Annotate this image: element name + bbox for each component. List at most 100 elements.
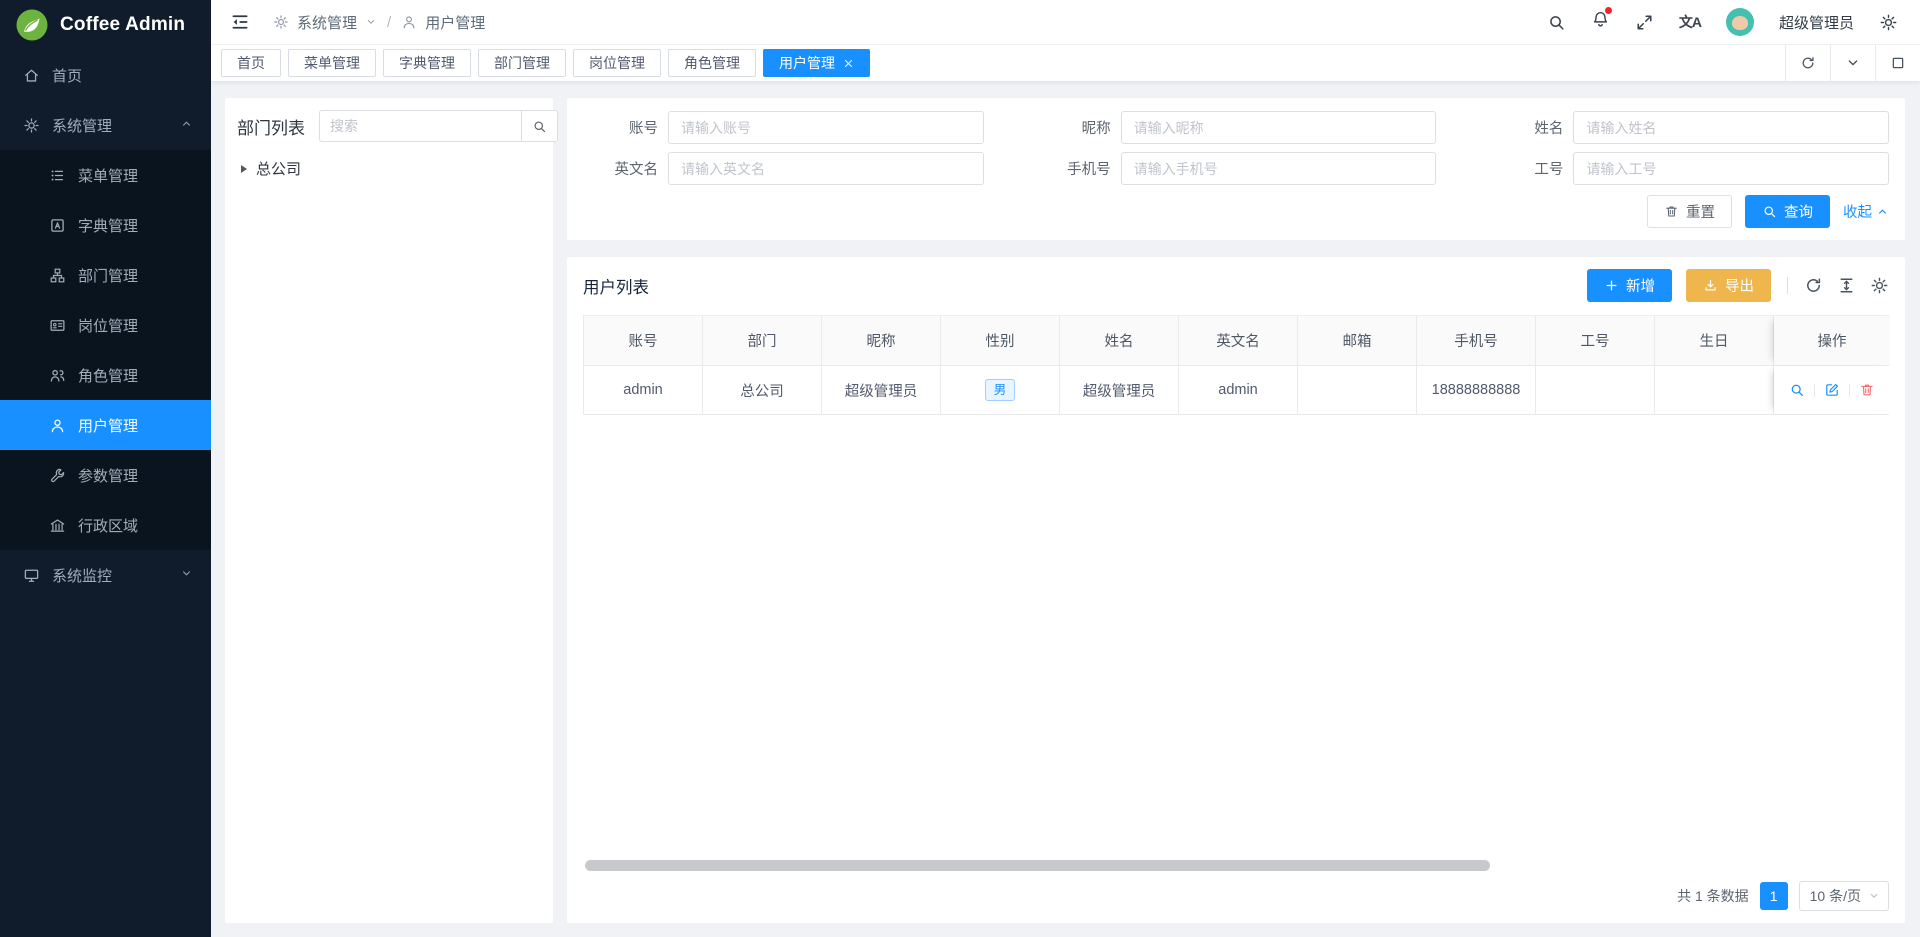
leaf-logo-icon: [15, 8, 49, 42]
phone-input[interactable]: [1121, 152, 1437, 185]
tab-menu-mgmt[interactable]: 菜单管理: [288, 49, 376, 77]
table-toolbar: 用户列表 新增 导出: [583, 269, 1889, 302]
current-user-name[interactable]: 超级管理员: [1779, 12, 1854, 33]
search-icon: [532, 119, 547, 134]
top-bar: 系统管理 / 用户管理 文A 超级管理员: [211, 0, 1920, 45]
column-settings-gear-icon[interactable]: [1870, 276, 1889, 295]
sidebar-item-user-mgmt[interactable]: 用户管理: [0, 400, 211, 450]
reset-button[interactable]: 重置: [1647, 195, 1732, 228]
content-maximize-button[interactable]: [1875, 45, 1920, 81]
fullscreen-icon[interactable]: [1635, 13, 1654, 32]
tab-home[interactable]: 首页: [221, 49, 281, 77]
settings-gear-icon[interactable]: [1879, 13, 1898, 32]
horizontal-scrollbar: [583, 860, 1889, 871]
refresh-icon: [1800, 55, 1816, 71]
export-button[interactable]: 导出: [1686, 269, 1771, 302]
trash-icon: [1664, 204, 1679, 219]
sidebar-item-home[interactable]: 首页: [0, 50, 211, 100]
app-logo[interactable]: Coffee Admin: [0, 0, 211, 50]
chevron-down-icon: [1845, 55, 1861, 71]
department-search-input[interactable]: [319, 110, 521, 142]
chevron-down-icon[interactable]: [365, 16, 377, 28]
page-size-select[interactable]: 10 条/页: [1799, 881, 1889, 911]
row-height-icon[interactable]: [1837, 276, 1856, 295]
tab-post-mgmt[interactable]: 岗位管理: [573, 49, 661, 77]
sidebar-item-dept-mgmt[interactable]: 部门管理: [0, 250, 211, 300]
action-divider: [1849, 384, 1850, 397]
avatar[interactable]: [1726, 8, 1754, 36]
horizontal-scrollbar-thumb[interactable]: [585, 860, 1490, 871]
refresh-icon[interactable]: [1804, 276, 1823, 295]
plus-icon: [1604, 278, 1619, 293]
sidebar-group-system-management[interactable]: 系统管理: [0, 100, 211, 150]
department-tree-node-label: 总公司: [256, 158, 301, 179]
column-header-gender: 性别: [941, 316, 1060, 365]
sidebar-group-system-monitor[interactable]: 系统监控: [0, 550, 211, 600]
account-input[interactable]: [668, 111, 984, 144]
collapse-filters-link[interactable]: 收起: [1843, 201, 1889, 222]
tabs-refresh-button[interactable]: [1785, 45, 1830, 81]
sidebar-item-dict-mgmt[interactable]: 字典管理: [0, 200, 211, 250]
tab-dict-mgmt[interactable]: 字典管理: [383, 49, 471, 77]
sidebar-item-post-mgmt[interactable]: 岗位管理: [0, 300, 211, 350]
pagination-total: 共 1 条数据: [1677, 886, 1749, 906]
cell-nickname: 超级管理员: [822, 366, 941, 414]
table-row[interactable]: admin 总公司 超级管理员 男 超级管理员 admin 1888888888…: [583, 366, 1889, 415]
job-number-input[interactable]: [1573, 152, 1889, 185]
home-icon: [23, 67, 40, 84]
job-number-field: 工号: [1488, 152, 1889, 185]
cell-job-number: [1536, 366, 1655, 414]
sidebar-item-menu-mgmt[interactable]: 菜单管理: [0, 150, 211, 200]
maximize-icon: [1890, 55, 1906, 71]
sidebar-item-role-mgmt[interactable]: 角色管理: [0, 350, 211, 400]
column-header-phone: 手机号: [1417, 316, 1536, 365]
user-table: 账号 部门 昵称 性别 姓名 英文名 邮箱 手机号 工号 生日 操作: [583, 315, 1889, 913]
department-tree-node-root[interactable]: 总公司: [237, 158, 541, 179]
name-input[interactable]: [1573, 111, 1889, 144]
tab-role-mgmt[interactable]: 角色管理: [668, 49, 756, 77]
notification-badge: [1605, 7, 1612, 14]
id-card-icon: [49, 317, 66, 334]
dictionary-icon: [49, 217, 66, 234]
breadcrumb-level2: 用户管理: [425, 12, 485, 33]
breadcrumb-separator: /: [385, 14, 393, 31]
gender-tag: 男: [985, 379, 1016, 401]
table-empty-space: [583, 415, 1889, 860]
column-header-name: 姓名: [1060, 316, 1179, 365]
view-detail-icon[interactable]: [1789, 382, 1805, 398]
department-panel: 部门列表 总公司: [225, 98, 553, 923]
main-area: 系统管理 / 用户管理 文A 超级管理员 首: [211, 0, 1920, 937]
department-search-button[interactable]: [521, 110, 558, 142]
add-user-button[interactable]: 新增: [1587, 269, 1672, 302]
bank-icon: [49, 517, 66, 534]
query-button[interactable]: 查询: [1745, 195, 1830, 228]
delete-icon[interactable]: [1859, 382, 1875, 398]
breadcrumb: 系统管理 / 用户管理: [273, 12, 485, 33]
page-number-button[interactable]: 1: [1760, 882, 1788, 910]
search-form-actions: 重置 查询 收起: [583, 195, 1889, 228]
tab-user-mgmt[interactable]: 用户管理: [763, 49, 870, 77]
breadcrumb-level1[interactable]: 系统管理: [297, 12, 357, 33]
close-icon[interactable]: [843, 58, 854, 69]
tabs-more-button[interactable]: [1830, 45, 1875, 81]
monitor-icon: [23, 567, 40, 584]
cell-dept: 总公司: [703, 366, 822, 414]
wrench-icon: [49, 467, 66, 484]
menu-fold-icon[interactable]: [229, 11, 251, 33]
caret-right-icon[interactable]: [241, 165, 247, 173]
cell-gender: 男: [941, 366, 1060, 414]
sidebar-item-param-mgmt[interactable]: 参数管理: [0, 450, 211, 500]
translate-icon[interactable]: 文A: [1679, 12, 1701, 32]
english-name-input[interactable]: [668, 152, 984, 185]
table-title: 用户列表: [583, 274, 649, 298]
nickname-input[interactable]: [1121, 111, 1437, 144]
column-header-account: 账号: [584, 316, 703, 365]
sidebar-item-admin-region[interactable]: 行政区域: [0, 500, 211, 550]
edit-icon[interactable]: [1824, 382, 1840, 398]
notification-bell-button[interactable]: [1591, 10, 1610, 34]
search-icon[interactable]: [1547, 13, 1566, 32]
cell-account: admin: [584, 366, 703, 414]
department-search: [319, 110, 558, 142]
tab-dept-mgmt[interactable]: 部门管理: [478, 49, 566, 77]
cell-birthday: [1655, 366, 1774, 414]
